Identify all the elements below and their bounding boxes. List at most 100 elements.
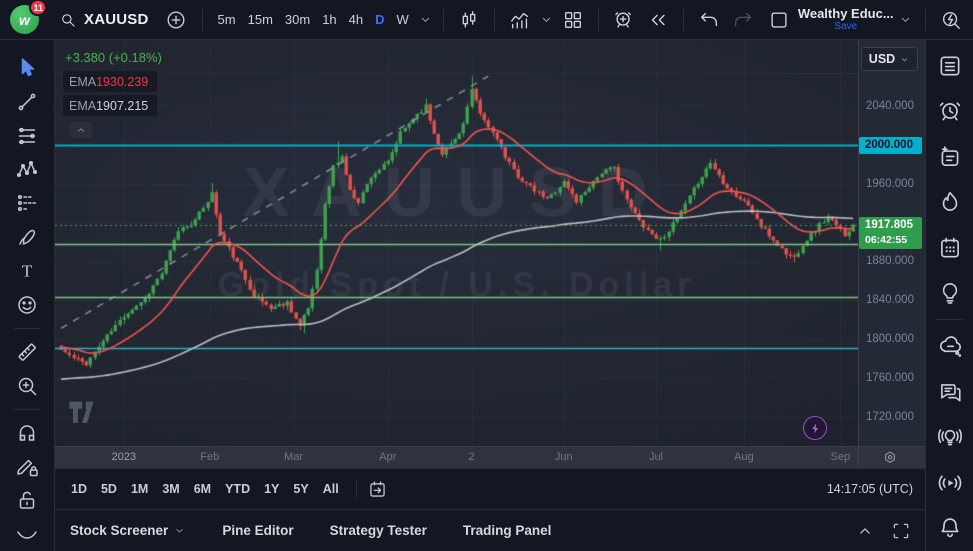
indicator-label: EMA	[69, 75, 96, 89]
chart-style-icon[interactable]	[458, 9, 480, 31]
boost-button[interactable]	[803, 416, 827, 440]
zoom-in-icon	[15, 374, 39, 398]
tab-label: Pine Editor	[222, 523, 293, 538]
price-level-label: 2000.000	[859, 137, 922, 154]
tab-trading-panel[interactable]: Trading Panel	[463, 523, 552, 538]
tool-trend-line[interactable]	[0, 85, 55, 119]
save-label[interactable]: Save	[834, 21, 857, 32]
tool-forecast[interactable]	[0, 186, 55, 220]
time-tick-Apr: Apr	[379, 451, 396, 463]
tool-zoom-in[interactable]	[0, 369, 55, 403]
sidebar-item-economic-calendar[interactable]	[926, 225, 973, 270]
tool-magnet[interactable]	[0, 415, 55, 449]
range-6m[interactable]: 6M	[187, 478, 218, 500]
price-tick: 1840.000	[866, 294, 914, 306]
layout-save-group[interactable]: Wealthy Educ... Save	[763, 7, 914, 32]
magnet-icon	[15, 420, 39, 444]
tab-pine-editor[interactable]: Pine Editor	[222, 523, 293, 538]
tool-brush[interactable]	[0, 220, 55, 254]
indicators-icon[interactable]	[509, 9, 531, 31]
range-ytd[interactable]: YTD	[218, 478, 257, 500]
sidebar-item-ideas-bulb[interactable]	[926, 270, 973, 315]
range-3m[interactable]: 3M	[155, 478, 186, 500]
tab-stock-screener[interactable]: Stock Screener	[70, 523, 186, 538]
tool-eye[interactable]	[0, 517, 55, 551]
open-panel-chevron-icon[interactable]	[855, 521, 875, 541]
maximize-panel-icon[interactable]	[891, 521, 911, 541]
sidebar-item-minds-cloud[interactable]	[926, 324, 973, 369]
layout-chevron-icon[interactable]	[898, 12, 913, 27]
top-toolbar: w 11 XAUUSD 5m15m30m1h4hDW Wealthy Educ.…	[0, 0, 973, 40]
toolbar-separator	[443, 9, 444, 31]
timeframe-4h[interactable]: 4h	[343, 8, 369, 31]
axis-settings-gear-icon[interactable]	[881, 449, 899, 467]
tool-cursor[interactable]	[0, 51, 55, 85]
sidebar-divider	[937, 319, 963, 320]
sidebar-item-text-notes[interactable]	[926, 134, 973, 179]
redo-icon[interactable]	[732, 9, 754, 31]
timeframe-1h[interactable]: 1h	[316, 8, 342, 31]
tab-label: Strategy Tester	[330, 523, 427, 538]
price-tick: 1720.000	[866, 411, 914, 423]
sidebar-item-notifications-bell[interactable]	[926, 506, 973, 551]
chevron-down-icon	[173, 524, 186, 537]
indicators-chevron-icon[interactable]	[539, 12, 554, 27]
bar-replay-icon[interactable]	[647, 9, 669, 31]
undo-icon[interactable]	[698, 9, 720, 31]
tab-label: Stock Screener	[70, 523, 168, 538]
range-1y[interactable]: 1Y	[257, 478, 286, 500]
timeframe-chevron-icon[interactable]	[418, 12, 433, 27]
timeframe-D[interactable]: D	[369, 8, 390, 31]
range-5d[interactable]: 5D	[94, 478, 124, 500]
sidebar-item-alerts-clock[interactable]	[926, 88, 973, 133]
pane-divider	[55, 73, 925, 74]
tab-strategy-tester[interactable]: Strategy Tester	[330, 523, 427, 538]
app-logo[interactable]: w 11	[10, 5, 39, 34]
compare-add-icon[interactable]	[165, 9, 187, 31]
tool-xabcd-pattern[interactable]	[0, 153, 55, 187]
tool-lock-all[interactable]	[0, 483, 55, 517]
symbol-search-button[interactable]: XAUUSD	[51, 7, 157, 33]
tool-fib-retracement[interactable]	[0, 119, 55, 153]
currency-selector[interactable]: USD	[861, 47, 918, 71]
ema-legend-row[interactable]: EMA 1907.215	[63, 95, 157, 116]
legend-collapse-button[interactable]	[70, 122, 92, 138]
save-layout-icon[interactable]	[768, 9, 790, 31]
create-alert-icon[interactable]	[613, 9, 635, 31]
go-to-date-icon[interactable]	[367, 479, 388, 500]
quick-search-icon[interactable]	[940, 9, 962, 31]
range-1d[interactable]: 1D	[64, 478, 94, 500]
sidebar-item-streams-bulb[interactable]	[926, 415, 973, 460]
timeframe-30m[interactable]: 30m	[279, 8, 316, 31]
clock-utc[interactable]: 14:17:05 (UTC)	[827, 482, 913, 496]
sidebar-item-live-broadcast[interactable]	[926, 460, 973, 505]
ideas-bulb-icon	[937, 280, 963, 306]
drawing-toolbar: T	[0, 40, 55, 551]
tool-text[interactable]: T	[0, 254, 55, 288]
timeframe-W[interactable]: W	[391, 8, 415, 31]
layout-name[interactable]: Wealthy Educ...	[798, 7, 894, 21]
layout-grid-icon[interactable]	[562, 9, 584, 31]
tool-drawing-lock[interactable]	[0, 449, 55, 483]
range-1m[interactable]: 1M	[124, 478, 155, 500]
last-price-label: 1917.805 06:42:55	[859, 217, 922, 249]
timeframe-15m[interactable]: 15m	[242, 8, 279, 31]
sidebar-item-chat-bubbles[interactable]	[926, 369, 973, 414]
range-all[interactable]: All	[316, 478, 346, 500]
candlestick-chart[interactable]	[55, 40, 858, 446]
fib-retracement-icon	[15, 124, 39, 148]
range-buttons: 1D5D1M3M6MYTD1Y5YAll	[64, 478, 346, 500]
sidebar-item-watchlist[interactable]	[926, 43, 973, 88]
timeframe-5m[interactable]: 5m	[212, 8, 242, 31]
toolbar-divider	[14, 409, 40, 410]
center-column: XAUUSD Gold Spot / U.S. Dollar +3.380 (+…	[55, 40, 925, 551]
tradingview-logo-watermark[interactable]	[68, 400, 102, 431]
tool-ruler[interactable]	[0, 335, 55, 369]
range-5y[interactable]: 5Y	[286, 478, 315, 500]
sidebar-item-hotlist-flame[interactable]	[926, 179, 973, 224]
time-axis[interactable]: 2023FebMarApr2JunJulAugSep	[55, 446, 925, 468]
tool-emoji[interactable]	[0, 288, 55, 322]
price-axis[interactable]: 2000.000 1917.805 06:42:55 2040.0001960.…	[858, 40, 925, 446]
range-separator	[356, 480, 357, 498]
ema-legend-row[interactable]: EMA 1930.239	[63, 71, 157, 92]
